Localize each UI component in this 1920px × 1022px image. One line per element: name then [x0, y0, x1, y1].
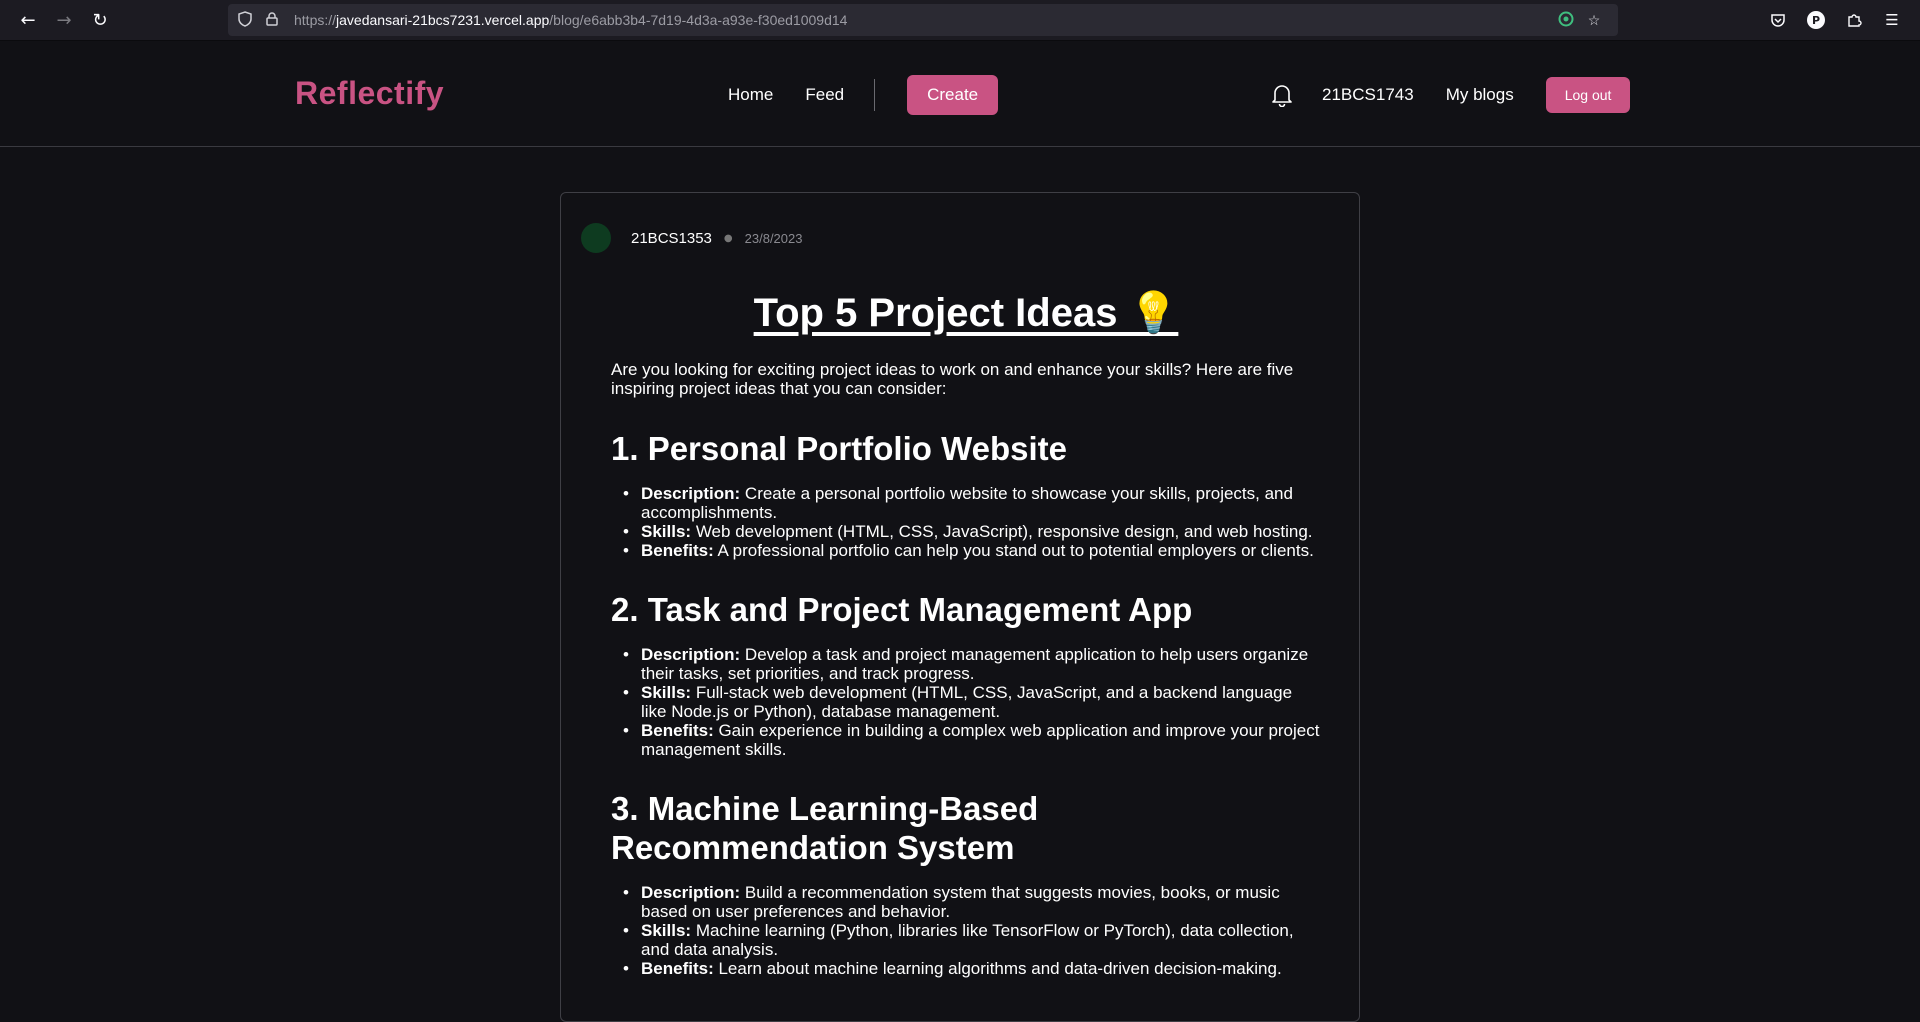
item-text: Machine learning (Python, libraries like…	[641, 921, 1294, 959]
list-item: Description: Develop a task and project …	[611, 645, 1321, 683]
post-section: 3. Machine Learning-Based Recommendation…	[611, 789, 1321, 978]
brand-logo[interactable]: Reflectify	[295, 75, 444, 112]
create-button[interactable]: Create	[907, 75, 999, 115]
profile-icon[interactable]: P	[1804, 8, 1828, 32]
section-list: Description: Create a personal portfolio…	[611, 484, 1321, 560]
meta-separator-dot: ●	[723, 232, 733, 244]
list-item: Skills: Web development (HTML, CSS, Java…	[611, 522, 1321, 541]
reload-icon[interactable]: ↻	[82, 4, 118, 36]
section-heading: 2. Task and Project Management App	[611, 591, 1193, 628]
list-item: Description: Create a personal portfolio…	[611, 484, 1321, 522]
item-text: A professional portfolio can help you st…	[713, 541, 1314, 560]
menu-hamburger-icon[interactable]: ☰	[1880, 8, 1904, 32]
item-text: Learn about machine learning algorithms …	[713, 959, 1282, 978]
item-label: Description:	[641, 484, 741, 503]
nav-home-link[interactable]: Home	[728, 85, 773, 105]
section-heading: 3. Machine Learning-Based Recommendation…	[611, 790, 1039, 866]
post-content: Top 5 Project Ideas 💡 Are you looking fo…	[611, 291, 1321, 1008]
nav-divider	[874, 79, 876, 111]
list-item: Skills: Full-stack web development (HTML…	[611, 683, 1321, 721]
list-item: Description: Build a recommendation syst…	[611, 883, 1321, 921]
main-nav: Home Feed Create	[728, 75, 999, 115]
url-protocol: https://	[294, 12, 337, 28]
item-label: Benefits:	[641, 721, 714, 740]
post-section: 2. Task and Project Management App Descr…	[611, 590, 1321, 759]
user-nav: 21BCS1743 My blogs Log out	[1268, 75, 1631, 115]
post-title: Top 5 Project Ideas 💡	[753, 291, 1179, 335]
item-label: Skills:	[641, 683, 692, 702]
site-header: Reflectify Home Feed Create 21BCS1743 My…	[0, 41, 1920, 147]
item-label: Benefits:	[641, 541, 714, 560]
item-label: Skills:	[641, 921, 692, 940]
pocket-icon[interactable]	[1766, 8, 1790, 32]
list-item: Benefits: Learn about machine learning a…	[611, 959, 1321, 978]
list-item: Benefits: A professional portfolio can h…	[611, 541, 1321, 560]
logout-button[interactable]: Log out	[1545, 77, 1631, 113]
post-intro: Are you looking for exciting project ide…	[611, 360, 1294, 398]
list-item: Skills: Machine learning (Python, librar…	[611, 921, 1321, 959]
my-blogs-link[interactable]: My blogs	[1446, 85, 1514, 105]
author-avatar	[581, 223, 611, 253]
blog-post-card: 21BCS1353 ● 23/8/2023 Top 5 Project Idea…	[560, 192, 1360, 1022]
post-date: 23/8/2023	[744, 230, 803, 246]
back-arrow-icon[interactable]: ←	[10, 4, 46, 36]
browser-toolbar: ← → ↻ https://javedansari-21bcs7231.verc…	[0, 0, 1920, 41]
post-author[interactable]: 21BCS1353	[631, 230, 712, 247]
section-list: Description: Develop a task and project …	[611, 645, 1321, 759]
item-label: Description:	[641, 883, 741, 902]
bell-icon[interactable]	[1268, 81, 1296, 109]
item-label: Skills:	[641, 522, 692, 541]
item-text: Gain experience in building a complex we…	[641, 721, 1320, 759]
item-text: Full-stack web development (HTML, CSS, J…	[641, 683, 1293, 721]
extension-status-icon[interactable]	[1552, 11, 1580, 30]
address-bar[interactable]: https://javedansari-21bcs7231.vercel.app…	[228, 4, 1618, 36]
item-label: Description:	[641, 645, 741, 664]
item-text: Develop a task and project management ap…	[641, 645, 1309, 683]
item-text: Web development (HTML, CSS, JavaScript),…	[691, 522, 1313, 541]
section-list: Description: Build a recommendation syst…	[611, 883, 1321, 978]
item-label: Benefits:	[641, 959, 714, 978]
post-section: 1. Personal Portfolio Website Descriptio…	[611, 429, 1321, 560]
url-host: javedansari-21bcs7231.vercel.app	[336, 12, 550, 28]
section-heading: 1. Personal Portfolio Website	[611, 430, 1067, 467]
url-path: /blog/e6abb3b4-7d19-4d3a-a93e-f30ed1009d…	[549, 12, 848, 28]
forward-arrow-icon[interactable]: →	[46, 4, 82, 36]
shield-icon[interactable]	[238, 10, 260, 30]
nav-feed-link[interactable]: Feed	[805, 85, 844, 105]
username-link[interactable]: 21BCS1743	[1322, 85, 1414, 105]
lock-icon[interactable]	[266, 11, 288, 29]
list-item: Benefits: Gain experience in building a …	[611, 721, 1321, 759]
extensions-puzzle-icon[interactable]	[1842, 8, 1866, 32]
bookmark-star-icon[interactable]: ☆	[1580, 12, 1608, 29]
post-meta: 21BCS1353 ● 23/8/2023	[581, 223, 802, 253]
